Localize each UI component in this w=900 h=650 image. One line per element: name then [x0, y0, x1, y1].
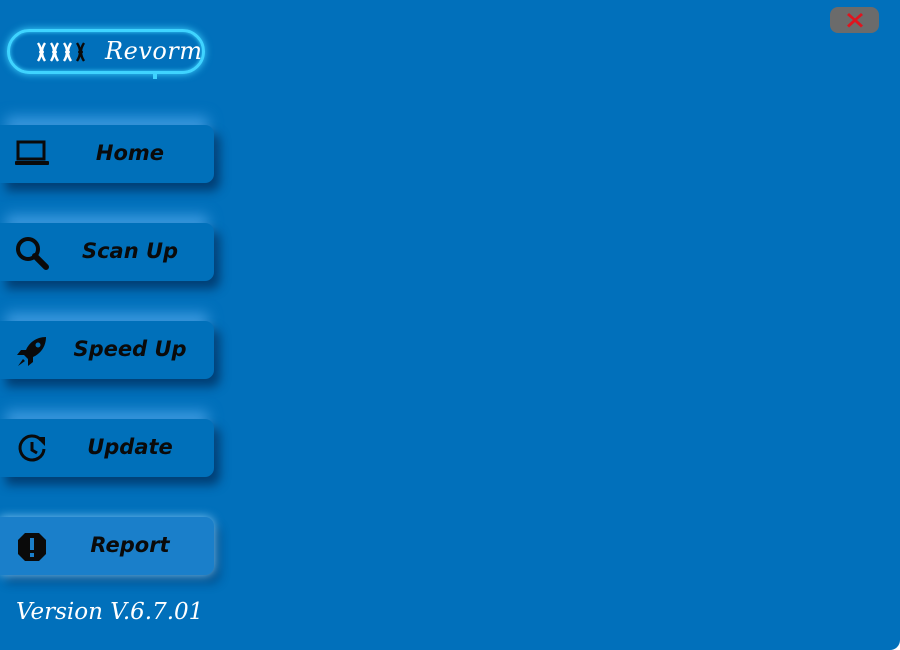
- nav-label-report: Report: [90, 533, 170, 557]
- alert-octagon-icon: [18, 533, 46, 561]
- app-logo: Revorm: [7, 29, 205, 74]
- app-name: Revorm: [105, 37, 203, 65]
- nav-label-speed-up: Speed Up: [73, 337, 187, 361]
- nav-label-scan-up: Scan Up: [81, 239, 179, 263]
- close-button[interactable]: [830, 7, 879, 33]
- rocket-icon: [17, 337, 46, 366]
- clock-refresh-icon: [18, 434, 46, 462]
- nav-item-scan-up[interactable]: Scan Up: [0, 223, 214, 281]
- nav-item-update[interactable]: Update: [0, 419, 214, 477]
- close-x-icon: [846, 13, 863, 28]
- dna-icon: [36, 42, 86, 62]
- nav-label-update: Update: [87, 435, 173, 459]
- nav-item-home[interactable]: Home: [0, 125, 214, 183]
- laptop-icon: [15, 140, 49, 165]
- app-window: Revorm Home Scan Up Speed Up Update Repo…: [0, 0, 900, 650]
- logo-tail: [153, 71, 157, 79]
- nav-label-home: Home: [95, 141, 165, 165]
- version-text: Version V.6.7.01: [16, 599, 204, 625]
- nav-item-report[interactable]: Report: [0, 517, 214, 575]
- nav-item-speed-up[interactable]: Speed Up: [0, 321, 214, 379]
- search-icon: [16, 237, 49, 270]
